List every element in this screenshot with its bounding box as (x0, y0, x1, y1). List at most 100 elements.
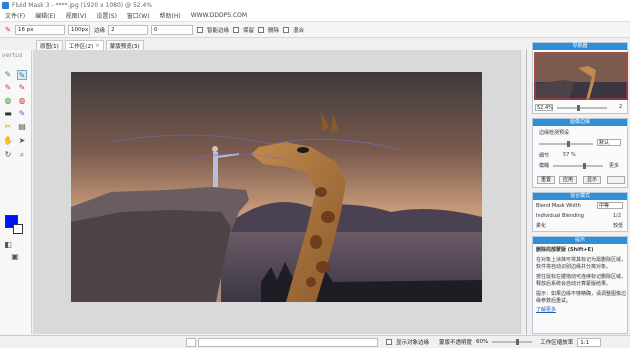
tab-workspace[interactable]: 工作区(2) × (64, 40, 104, 50)
menu-website[interactable]: WWW.DDDPS.COM (186, 12, 252, 19)
pointer-icon[interactable]: ➤ (17, 136, 27, 146)
mix-label: 混合 (293, 27, 305, 34)
tab-workspace-label: 工作区(2) (68, 43, 94, 50)
nav-zoom-field[interactable]: 52.4% (535, 104, 553, 111)
blend-title: 混合模式 (533, 193, 627, 200)
help-heading: 删除局部蒙版 (Shift+E) (536, 247, 594, 253)
blend-fine-value: 1/2 (613, 213, 622, 219)
status-info-field (198, 337, 378, 347)
help-body: 删除局部蒙版 (Shift+E) 在对象上涂抹可将其标记为需删除区域，软件将自动… (536, 247, 626, 314)
edge-apply-button[interactable]: 应用 (559, 176, 577, 184)
edge-preset-select[interactable]: 默认 (597, 139, 621, 146)
delete-checkbox[interactable] (258, 26, 265, 33)
help-paragraph-2: 按住鼠标左键拖动可连续标记删除区域，释放后系统会自动计算蒙版结果。 (536, 274, 627, 287)
show-edges-label: 显示对象边缘 (396, 340, 430, 346)
zoom-icon[interactable]: ⌕ (17, 150, 27, 160)
blend-soft-value: 较低 (613, 223, 624, 229)
edge-extra-button[interactable] (607, 176, 625, 184)
edge-title: 图像边缘 (533, 119, 627, 126)
blend-mode-label: Blend Mask Width (536, 203, 581, 209)
status-bar: 显示对象边缘 蒙版不透明度 60% 工作区缩放率 1:1 (0, 335, 630, 348)
background-color-swatch[interactable] (13, 224, 23, 234)
edge-blur-slider[interactable] (553, 163, 603, 169)
brush-width-field[interactable]: 100px (68, 24, 90, 35)
window-title: Fluid Mask 3 - ****.jpg (1920 x 1080) @ … (12, 1, 153, 9)
fill-keep-icon[interactable]: ◍ (3, 96, 13, 106)
help-panel: 提示 删除局部蒙版 (Shift+E) 在对象上涂抹可将其标记为需删除区域，软件… (532, 236, 628, 334)
exact-brush-icon[interactable]: ▬ (3, 109, 13, 119)
keep-checkbox[interactable] (233, 26, 240, 33)
fill-delete-icon[interactable]: ◍ (17, 96, 27, 106)
image-canvas[interactable] (71, 72, 482, 302)
help-more-link[interactable]: 了解更多 (536, 307, 626, 314)
workspace-zoom-label: 工作区缩放率 (540, 340, 574, 346)
menu-file[interactable]: 文件(F) (0, 11, 30, 20)
status-icon-box (186, 337, 196, 347)
giraffe-photo[interactable] (71, 72, 482, 302)
keep-label: 保留 (243, 27, 255, 34)
edge-reset-button[interactable]: 重置 (537, 176, 555, 184)
help-title: 提示 (533, 237, 627, 244)
strength-field[interactable]: 0 (151, 24, 194, 35)
help-paragraph-3: 提示：如果边缘不够精确，请调整图像边缘参数后重试。 (536, 291, 627, 304)
canvas-vertical-scrollbar[interactable] (520, 50, 526, 334)
brush-size-field[interactable]: 16 px (15, 24, 65, 35)
blend-mode-select[interactable]: 中等 (597, 202, 623, 209)
navigator-title: 导航器 (533, 43, 627, 50)
mask-opacity-slider[interactable] (492, 339, 533, 345)
menu-window[interactable]: 窗口(W) (122, 11, 155, 20)
vertus-logo: vertus (2, 52, 23, 59)
tab-original[interactable]: 原图(1) (36, 40, 63, 50)
help-paragraph-1: 在对象上涂抹可将其标记为需删除区域，软件将自动识别边缘并分离对象。 (536, 257, 627, 270)
delete-brush-icon[interactable]: ✎ (3, 83, 13, 93)
options-toolbar: ✎ 16 px 100px 边缘 2 0 智能边缘 保留 删除 混合 (0, 22, 630, 38)
edge-detail-label: 细节 (539, 153, 550, 159)
edge-blur-label: 模糊 (539, 163, 550, 169)
blend-soft-label: 柔化 (536, 223, 547, 229)
close-icon[interactable]: × (95, 43, 100, 49)
edge-blur-knob[interactable] (583, 163, 586, 169)
stamp-icon[interactable]: ▤ (17, 122, 27, 132)
mix-checkbox[interactable] (283, 26, 290, 33)
rotate-icon[interactable]: ↻ (3, 150, 13, 160)
delete-local-brush-icon[interactable]: ✎ (17, 83, 27, 93)
nav-zoom-slider[interactable] (557, 105, 607, 111)
menu-view[interactable]: 视图(V) (61, 11, 92, 20)
keep-local-brush-icon[interactable]: ✎ (17, 70, 27, 80)
patch-icon[interactable]: ✂ (3, 122, 13, 132)
smart-edge-checkbox[interactable] (197, 26, 204, 33)
menu-help[interactable]: 帮助(H) (155, 11, 186, 20)
edge-preset-knob[interactable] (567, 141, 570, 147)
app-icon (2, 1, 9, 9)
menu-edit[interactable]: 编辑(E) (30, 11, 60, 20)
blend-panel: 混合模式 Blend Mask Width 中等 Individual Blen… (532, 192, 628, 232)
mask-opacity-value: 60% (476, 339, 489, 345)
right-panel: 导航器 52.4% 2 图像边缘 边缘检测预设 默认 细节 57 % 模糊 更多… (530, 40, 630, 336)
smart-edge-label: 智能边缘 (207, 27, 230, 34)
tab-mask-preview[interactable]: 蒙版预览(3) (105, 40, 144, 50)
show-edges-checkbox[interactable] (386, 339, 392, 345)
keep-brush-icon[interactable]: ✎ (3, 70, 13, 80)
swap-colors-icon[interactable]: ◧ (3, 240, 13, 250)
mask-opacity-knob[interactable] (516, 339, 520, 345)
tab-mask-preview-label: 蒙版预览(3) (109, 43, 140, 50)
workspace-canvas-area[interactable] (33, 50, 527, 334)
toolbox: vertus ✎ ✎ ✎ ✎ ◍ ◍ ▬ ✎ ✂ ▤ ✋ ➤ ↻ ⌕ ◧ ▣ (0, 50, 32, 334)
edge-detail-value: 57 % (563, 152, 576, 158)
edge-field[interactable]: 2 (108, 24, 149, 35)
workspace-zoom-select[interactable]: 1:1 (577, 337, 602, 347)
menu-settings[interactable]: 设置(S) (91, 11, 122, 20)
title-bar: Fluid Mask 3 - ****.jpg (1920 x 1080) @ … (0, 0, 630, 10)
mask-mode-icon[interactable]: ▣ (10, 252, 20, 262)
hand-icon[interactable]: ✋ (3, 136, 13, 146)
edge-more-label: 更多 (609, 163, 620, 169)
blend-fine-label: Individual Blending (536, 213, 584, 219)
navigator-thumbnail[interactable] (534, 52, 628, 100)
brush-icon[interactable]: ✎ (4, 26, 12, 34)
edge-preset-slider[interactable] (539, 141, 593, 147)
blend-brush-icon[interactable]: ✎ (17, 109, 27, 119)
edge-show-button[interactable]: 显示 (583, 176, 601, 184)
nav-zoom-knob[interactable] (577, 105, 580, 111)
mask-opacity-label: 蒙版不透明度 (439, 340, 473, 346)
navigator-panel: 导航器 52.4% 2 (532, 42, 628, 114)
